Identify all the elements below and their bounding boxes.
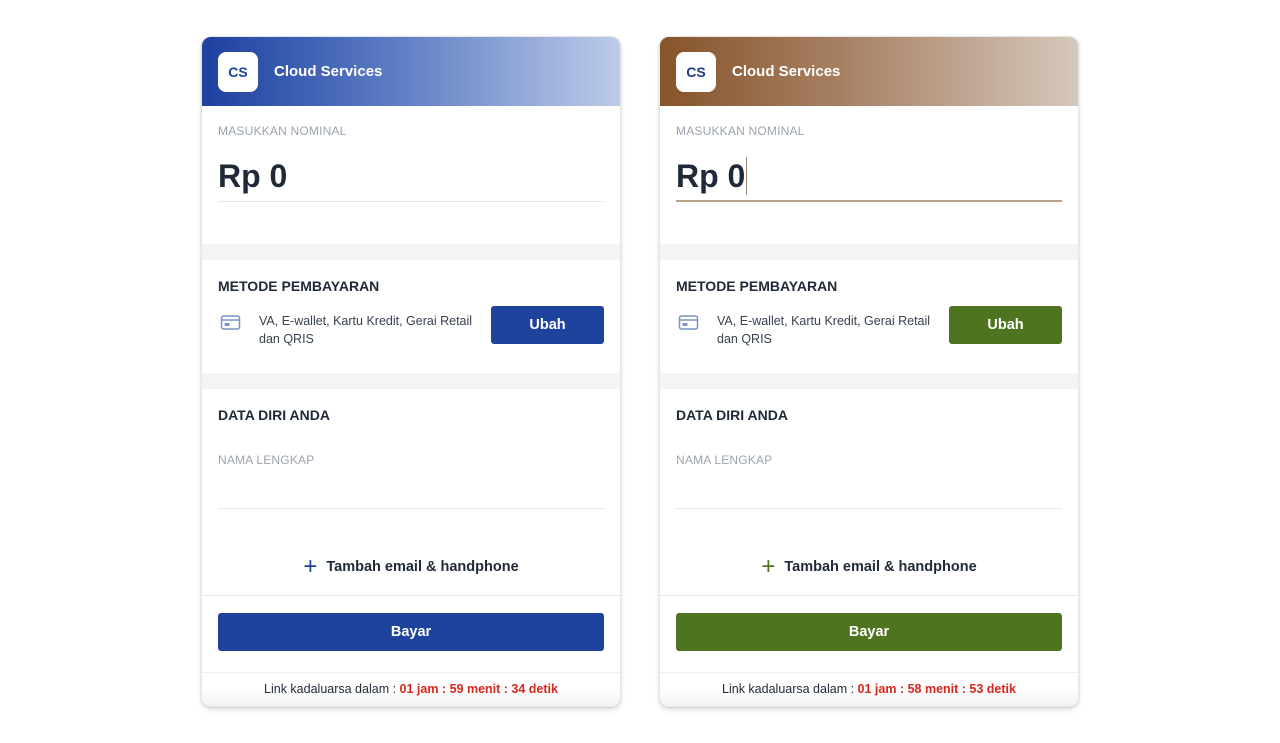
- payment-method-title: METODE PEMBAYARAN: [676, 278, 838, 294]
- brand-logo: CS: [676, 51, 716, 92]
- credit-card-icon: [678, 315, 699, 330]
- payment-method-description: VA, E-wallet, Kartu Kredit, Gerai Retail…: [259, 314, 473, 346]
- card-footer: Bayar Link kadaluarsa dalam : 01 jam : 5…: [660, 595, 1078, 706]
- section-divider: [202, 373, 620, 389]
- card-header: CS Cloud Services: [660, 37, 1078, 106]
- payment-method-description: VA, E-wallet, Kartu Kredit, Gerai Retail…: [717, 314, 931, 346]
- nominal-value: Rp 0: [218, 158, 288, 194]
- section-divider: [660, 244, 1078, 260]
- nominal-section: MASUKKAN NOMINAL Rp 0: [202, 106, 620, 244]
- personal-data-section: DATA DIRI ANDA NAMA LENGKAP + Tambah ema…: [202, 389, 620, 595]
- expiry-prefix: Link kadaluarsa dalam :: [264, 682, 397, 696]
- add-contact-button[interactable]: + Tambah email & handphone: [676, 553, 1062, 580]
- nominal-section: MASUKKAN NOMINAL Rp 0: [660, 106, 1078, 244]
- payment-method-title: METODE PEMBAYARAN: [218, 278, 380, 294]
- credit-card-icon: [220, 315, 241, 330]
- expiry-notice: Link kadaluarsa dalam : 01 jam : 58 meni…: [660, 672, 1078, 706]
- full-name-field[interactable]: [676, 467, 1062, 509]
- payment-card-brown: CS Cloud Services MASUKKAN NOMINAL Rp 0 …: [659, 36, 1079, 707]
- full-name-label: NAMA LENGKAP: [676, 453, 773, 467]
- change-method-button[interactable]: Ubah: [491, 306, 604, 344]
- add-contact-button[interactable]: + Tambah email & handphone: [218, 553, 604, 580]
- payment-method-section: METODE PEMBAYARAN VA, E-wallet, Kartu Kr…: [202, 260, 620, 373]
- brand-name: Cloud Services: [732, 63, 841, 80]
- change-method-button[interactable]: Ubah: [949, 306, 1062, 344]
- text-caret: [746, 157, 748, 195]
- plus-icon: +: [303, 553, 318, 580]
- full-name-field[interactable]: [218, 467, 604, 509]
- brand-logo: CS: [218, 51, 258, 92]
- plus-icon: +: [761, 553, 776, 580]
- personal-data-title: DATA DIRI ANDA: [218, 407, 330, 423]
- card-header: CS Cloud Services: [202, 37, 620, 106]
- payment-method-row: VA, E-wallet, Kartu Kredit, Gerai Retail…: [676, 306, 1062, 348]
- expiry-timer: 01 jam : 58 menit : 53 detik: [857, 682, 1016, 696]
- payment-card-blue: CS Cloud Services MASUKKAN NOMINAL Rp 0 …: [201, 36, 621, 707]
- add-contact-label: Tambah email & handphone: [784, 559, 977, 575]
- section-divider: [202, 244, 620, 260]
- expiry-timer: 01 jam : 59 menit : 34 detik: [399, 682, 558, 696]
- personal-data-section: DATA DIRI ANDA NAMA LENGKAP + Tambah ema…: [660, 389, 1078, 595]
- nominal-input[interactable]: Rp 0: [676, 152, 1062, 202]
- nominal-label: MASUKKAN NOMINAL: [676, 124, 805, 138]
- payment-method-row: VA, E-wallet, Kartu Kredit, Gerai Retail…: [218, 306, 604, 348]
- brand-name: Cloud Services: [274, 63, 383, 80]
- full-name-label: NAMA LENGKAP: [218, 453, 315, 467]
- nominal-label: MASUKKAN NOMINAL: [218, 124, 347, 138]
- add-contact-label: Tambah email & handphone: [326, 559, 519, 575]
- pay-button[interactable]: Bayar: [218, 613, 604, 651]
- nominal-input[interactable]: Rp 0: [218, 152, 604, 202]
- payment-method-section: METODE PEMBAYARAN VA, E-wallet, Kartu Kr…: [660, 260, 1078, 373]
- section-divider: [660, 373, 1078, 389]
- expiry-prefix: Link kadaluarsa dalam :: [722, 682, 855, 696]
- personal-data-title: DATA DIRI ANDA: [676, 407, 788, 423]
- card-footer: Bayar Link kadaluarsa dalam : 01 jam : 5…: [202, 595, 620, 706]
- pay-button[interactable]: Bayar: [676, 613, 1062, 651]
- expiry-notice: Link kadaluarsa dalam : 01 jam : 59 meni…: [202, 672, 620, 706]
- nominal-value: Rp 0: [676, 157, 746, 194]
